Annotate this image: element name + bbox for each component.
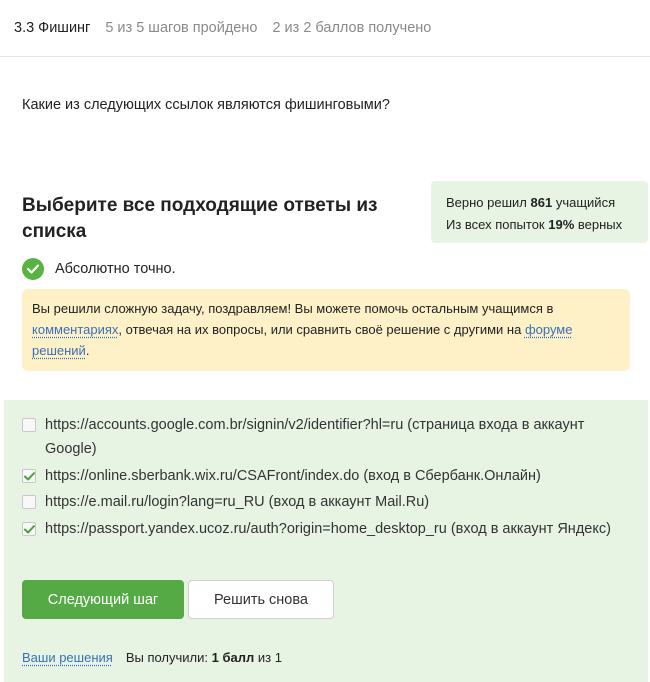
solve-again-button[interactable]: Решить снова — [188, 580, 334, 619]
answer-option[interactable]: https://online.sberbank.wix.ru/CSAFront/… — [22, 464, 622, 488]
attempts-prefix: Из всех попыток — [446, 217, 545, 232]
check-circle-icon — [22, 258, 44, 280]
answer-option-label: https://accounts.google.com.br/signin/v2… — [45, 417, 585, 457]
answer-option[interactable]: https://e.mail.ru/login?lang=ru_RU (вход… — [22, 490, 622, 514]
question-text: Какие из следующих ссылок являются фишин… — [22, 97, 390, 113]
section-title: Выберите все подходящие ответы из списка — [22, 195, 378, 242]
received-points: 1 балл — [211, 650, 255, 665]
attempts-percent: 19% — [548, 217, 575, 232]
score-footer: Ваши решения Вы получили: 1 балл из 1 — [22, 650, 282, 665]
checkmark-icon — [23, 524, 35, 533]
answer-option-label: https://passport.yandex.ucoz.ru/auth?ori… — [45, 521, 611, 537]
answers-panel: https://accounts.google.com.br/signin/v2… — [4, 400, 648, 682]
solved-count: 861 — [530, 195, 553, 210]
answer-option[interactable]: https://accounts.google.com.br/signin/v2… — [22, 413, 622, 461]
congrats-notice: Вы решили сложную задачу, поздравляем! В… — [22, 289, 630, 371]
steps-progress: 5 из 5 шагов пройдено — [105, 20, 258, 36]
answer-checkbox[interactable] — [22, 469, 36, 483]
received-suffix: из 1 — [257, 650, 282, 665]
checkmark-icon — [23, 471, 35, 480]
answer-option-label: https://e.mail.ru/login?lang=ru_RU (вход… — [45, 494, 430, 510]
lesson-title[interactable]: 3.3 Фишинг — [14, 20, 90, 36]
notice-text-1: Вы решили сложную задачу, поздравляем! В… — [32, 301, 554, 316]
attempts-suffix: верных — [577, 217, 623, 232]
answer-checkbox[interactable] — [22, 418, 36, 432]
notice-text-3: . — [85, 343, 90, 358]
lesson-header: 3.3 Фишинг 5 из 5 шагов пройдено 2 из 2 … — [0, 0, 650, 57]
comments-link[interactable]: комментариях — [32, 322, 118, 337]
solve-stats: Верно решил 861 учащийся Из всех попыток… — [431, 181, 648, 243]
answer-option[interactable]: https://passport.yandex.ucoz.ru/auth?ori… — [22, 517, 622, 541]
notice-text-2: , отвечая на их вопросы, или сравнить св… — [118, 322, 525, 337]
score-progress: 2 из 2 баллов получено — [272, 20, 432, 36]
answer-option-label: https://online.sberbank.wix.ru/CSAFront/… — [45, 468, 541, 484]
status-text: Абсолютно точно. — [55, 261, 176, 277]
solved-suffix: учащийся — [555, 195, 616, 210]
answer-checkbox[interactable] — [22, 522, 36, 536]
answer-checkbox[interactable] — [22, 495, 36, 509]
next-step-button[interactable]: Следующий шаг — [22, 580, 184, 619]
attempts-line: Из всех попыток 19% верных — [446, 214, 648, 236]
solved-count-line: Верно решил 861 учащийся — [446, 192, 648, 214]
solved-prefix: Верно решил — [446, 195, 527, 210]
correct-status: Абсолютно точно. — [22, 258, 176, 280]
received-prefix: Вы получили: — [125, 650, 209, 665]
your-solutions-link[interactable]: Ваши решения — [22, 650, 113, 665]
